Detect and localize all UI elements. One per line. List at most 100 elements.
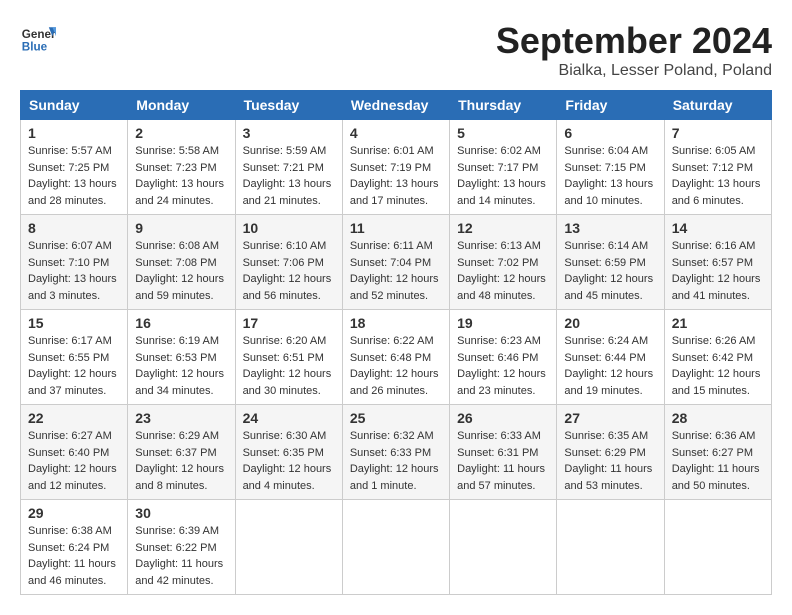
calendar-day-cell: 2 Sunrise: 5:58 AM Sunset: 7:23 PM Daylig… [128, 120, 235, 215]
calendar-week-row: 8Sunrise: 6:07 AM Sunset: 7:10 PM Daylig… [21, 215, 772, 310]
day-number: 22 [28, 410, 120, 426]
weekday-header-tuesday: Tuesday [235, 91, 342, 120]
calendar-day-cell: 15 Sunrise: 6:17 AM Sunset: 6:55 PM Dayli… [21, 310, 128, 405]
logo: General Blue [20, 20, 56, 56]
calendar-week-row: 15 Sunrise: 6:17 AM Sunset: 6:55 PM Dayli… [21, 310, 772, 405]
calendar-day-cell: 6 Sunrise: 6:04 AM Sunset: 7:15 PM Daylig… [557, 120, 664, 215]
day-number: 27 [564, 410, 656, 426]
day-info: Sunrise: 6:04 AM Sunset: 7:15 PM Dayligh… [564, 143, 656, 209]
day-number: 24 [243, 410, 335, 426]
day-info: Sunrise: 6:08 AM Sunset: 7:08 PM Dayligh… [135, 238, 227, 304]
day-info: Sunrise: 5:57 AM Sunset: 7:25 PM Dayligh… [28, 143, 120, 209]
calendar-day-cell: 5 Sunrise: 6:02 AM Sunset: 7:17 PM Daylig… [450, 120, 557, 215]
calendar-day-cell: 4 Sunrise: 6:01 AM Sunset: 7:19 PM Daylig… [342, 120, 449, 215]
day-number: 7 [672, 125, 764, 141]
day-number: 10 [243, 220, 335, 236]
day-number: 6 [564, 125, 656, 141]
day-info: Sunrise: 6:23 AM Sunset: 6:46 PM Dayligh… [457, 333, 549, 399]
day-number: 5 [457, 125, 549, 141]
day-info: Sunrise: 6:10 AM Sunset: 7:06 PM Dayligh… [243, 238, 335, 304]
day-info: Sunrise: 6:24 AM Sunset: 6:44 PM Dayligh… [564, 333, 656, 399]
calendar-day-cell: 1 Sunrise: 5:57 AM Sunset: 7:25 PM Daylig… [21, 120, 128, 215]
day-number: 17 [243, 315, 335, 331]
day-info: Sunrise: 6:36 AM Sunset: 6:27 PM Dayligh… [672, 428, 764, 494]
calendar-day-cell: 7 Sunrise: 6:05 AM Sunset: 7:12 PM Daylig… [664, 120, 771, 215]
day-info: Sunrise: 6:16 AM Sunset: 6:57 PM Dayligh… [672, 238, 764, 304]
day-number: 30 [135, 505, 227, 521]
day-number: 4 [350, 125, 442, 141]
calendar-day-cell: 21Sunrise: 6:26 AM Sunset: 6:42 PM Dayli… [664, 310, 771, 405]
calendar-day-cell: 24 Sunrise: 6:30 AM Sunset: 6:35 PM Dayli… [235, 405, 342, 500]
calendar-day-cell: 3 Sunrise: 5:59 AM Sunset: 7:21 PM Daylig… [235, 120, 342, 215]
day-number: 2 [135, 125, 227, 141]
day-info: Sunrise: 6:13 AM Sunset: 7:02 PM Dayligh… [457, 238, 549, 304]
calendar-day-cell: 25 Sunrise: 6:32 AM Sunset: 6:33 PM Dayli… [342, 405, 449, 500]
day-number: 9 [135, 220, 227, 236]
month-title: September 2024 [496, 20, 772, 62]
day-info: Sunrise: 6:19 AM Sunset: 6:53 PM Dayligh… [135, 333, 227, 399]
calendar-day-cell: 10 Sunrise: 6:10 AM Sunset: 7:06 PM Dayli… [235, 215, 342, 310]
calendar-week-row: 29Sunrise: 6:38 AM Sunset: 6:24 PM Dayli… [21, 500, 772, 595]
calendar-day-cell: 28Sunrise: 6:36 AM Sunset: 6:27 PM Dayli… [664, 405, 771, 500]
day-info: Sunrise: 6:20 AM Sunset: 6:51 PM Dayligh… [243, 333, 335, 399]
weekday-header-sunday: Sunday [21, 91, 128, 120]
day-info: Sunrise: 5:58 AM Sunset: 7:23 PM Dayligh… [135, 143, 227, 209]
day-info: Sunrise: 6:02 AM Sunset: 7:17 PM Dayligh… [457, 143, 549, 209]
day-info: Sunrise: 6:30 AM Sunset: 6:35 PM Dayligh… [243, 428, 335, 494]
location-title: Bialka, Lesser Poland, Poland [496, 62, 772, 80]
empty-cell [664, 500, 771, 595]
day-info: Sunrise: 6:33 AM Sunset: 6:31 PM Dayligh… [457, 428, 549, 494]
weekday-header-row: SundayMondayTuesdayWednesdayThursdayFrid… [21, 91, 772, 120]
weekday-header-monday: Monday [128, 91, 235, 120]
empty-cell [235, 500, 342, 595]
calendar-day-cell: 23 Sunrise: 6:29 AM Sunset: 6:37 PM Dayli… [128, 405, 235, 500]
calendar-week-row: 22Sunrise: 6:27 AM Sunset: 6:40 PM Dayli… [21, 405, 772, 500]
day-info: Sunrise: 6:01 AM Sunset: 7:19 PM Dayligh… [350, 143, 442, 209]
calendar-day-cell: 26 Sunrise: 6:33 AM Sunset: 6:31 PM Dayli… [450, 405, 557, 500]
day-number: 1 [28, 125, 120, 141]
empty-cell [450, 500, 557, 595]
day-number: 25 [350, 410, 442, 426]
weekday-header-friday: Friday [557, 91, 664, 120]
page-header: General Blue September 2024 Bialka, Less… [20, 20, 772, 80]
calendar-day-cell: 11 Sunrise: 6:11 AM Sunset: 7:04 PM Dayli… [342, 215, 449, 310]
day-info: Sunrise: 6:35 AM Sunset: 6:29 PM Dayligh… [564, 428, 656, 494]
day-number: 15 [28, 315, 120, 331]
day-number: 20 [564, 315, 656, 331]
calendar-day-cell: 17 Sunrise: 6:20 AM Sunset: 6:51 PM Dayli… [235, 310, 342, 405]
day-number: 19 [457, 315, 549, 331]
svg-text:Blue: Blue [22, 41, 48, 54]
day-info: Sunrise: 6:05 AM Sunset: 7:12 PM Dayligh… [672, 143, 764, 209]
calendar-day-cell: 14 Sunrise: 6:16 AM Sunset: 6:57 PM Dayli… [664, 215, 771, 310]
calendar-day-cell: 8Sunrise: 6:07 AM Sunset: 7:10 PM Daylig… [21, 215, 128, 310]
day-info: Sunrise: 6:32 AM Sunset: 6:33 PM Dayligh… [350, 428, 442, 494]
title-area: September 2024 Bialka, Lesser Poland, Po… [496, 20, 772, 80]
day-number: 26 [457, 410, 549, 426]
day-info: Sunrise: 6:38 AM Sunset: 6:24 PM Dayligh… [28, 523, 120, 589]
day-info: Sunrise: 6:17 AM Sunset: 6:55 PM Dayligh… [28, 333, 120, 399]
day-info: Sunrise: 5:59 AM Sunset: 7:21 PM Dayligh… [243, 143, 335, 209]
day-info: Sunrise: 6:26 AM Sunset: 6:42 PM Dayligh… [672, 333, 764, 399]
empty-cell [557, 500, 664, 595]
day-number: 14 [672, 220, 764, 236]
empty-cell [342, 500, 449, 595]
day-number: 11 [350, 220, 442, 236]
day-info: Sunrise: 6:29 AM Sunset: 6:37 PM Dayligh… [135, 428, 227, 494]
calendar-day-cell: 20 Sunrise: 6:24 AM Sunset: 6:44 PM Dayli… [557, 310, 664, 405]
calendar-week-row: 1 Sunrise: 5:57 AM Sunset: 7:25 PM Daylig… [21, 120, 772, 215]
calendar-day-cell: 27 Sunrise: 6:35 AM Sunset: 6:29 PM Dayli… [557, 405, 664, 500]
calendar-day-cell: 16Sunrise: 6:19 AM Sunset: 6:53 PM Dayli… [128, 310, 235, 405]
day-info: Sunrise: 6:07 AM Sunset: 7:10 PM Dayligh… [28, 238, 120, 304]
day-number: 23 [135, 410, 227, 426]
day-number: 3 [243, 125, 335, 141]
calendar-table: SundayMondayTuesdayWednesdayThursdayFrid… [20, 90, 772, 595]
day-info: Sunrise: 6:39 AM Sunset: 6:22 PM Dayligh… [135, 523, 227, 589]
calendar-day-cell: 9 Sunrise: 6:08 AM Sunset: 7:08 PM Daylig… [128, 215, 235, 310]
calendar-day-cell: 18Sunrise: 6:22 AM Sunset: 6:48 PM Dayli… [342, 310, 449, 405]
day-info: Sunrise: 6:14 AM Sunset: 6:59 PM Dayligh… [564, 238, 656, 304]
weekday-header-wednesday: Wednesday [342, 91, 449, 120]
day-info: Sunrise: 6:11 AM Sunset: 7:04 PM Dayligh… [350, 238, 442, 304]
calendar-day-cell: 30 Sunrise: 6:39 AM Sunset: 6:22 PM Dayli… [128, 500, 235, 595]
weekday-header-saturday: Saturday [664, 91, 771, 120]
calendar-day-cell: 19 Sunrise: 6:23 AM Sunset: 6:46 PM Dayli… [450, 310, 557, 405]
